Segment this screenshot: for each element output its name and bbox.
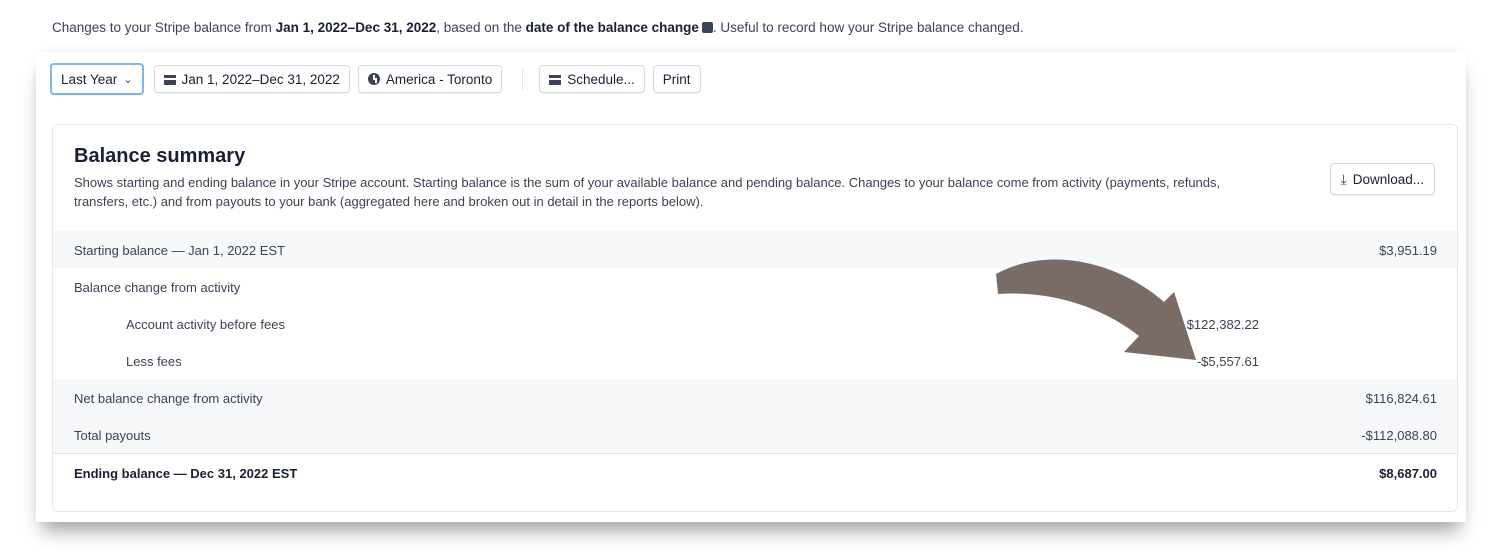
table-row-total-payouts: Total payouts -$112,088.80 xyxy=(53,416,1457,453)
chevron-down-icon: ⌄ xyxy=(123,73,133,86)
period-select-value: Last Year xyxy=(61,71,118,87)
table-row-less-fees: Less fees -$5,557.61 xyxy=(53,342,1457,379)
row-sub-amount: $122,382.22 xyxy=(1186,317,1259,332)
report-toolbar: Last Year ⌄ Jan 1, 2022–Dec 31, 2022 Ame… xyxy=(50,63,709,95)
date-range-label: Jan 1, 2022–Dec 31, 2022 xyxy=(181,71,340,87)
print-button[interactable]: Print xyxy=(652,65,701,93)
period-select[interactable]: Last Year ⌄ xyxy=(50,63,144,95)
calendar-icon xyxy=(549,74,562,85)
row-label: Account activity before fees xyxy=(126,317,285,332)
table-row-ending-balance: Ending balance — Dec 31, 2022 EST $8,687… xyxy=(53,453,1457,490)
row-amount: $116,824.61 xyxy=(1365,391,1437,406)
table-row-starting-balance: Starting balance — Jan 1, 2022 EST $3,95… xyxy=(53,231,1457,268)
row-sub-amount: -$5,557.61 xyxy=(1196,354,1259,369)
report-panel: Last Year ⌄ Jan 1, 2022–Dec 31, 2022 Ame… xyxy=(36,52,1466,522)
download-button[interactable]: ⤓ Download... xyxy=(1329,163,1435,195)
balance-summary-card: Balance summary Shows starting and endin… xyxy=(52,124,1458,512)
card-header: Balance summary Shows starting and endin… xyxy=(53,125,1457,231)
calendar-icon xyxy=(163,74,176,85)
schedule-label: Schedule... xyxy=(567,71,635,87)
schedule-button[interactable]: Schedule... xyxy=(539,65,645,93)
timezone-button[interactable]: America - Toronto xyxy=(357,65,503,93)
clock-icon xyxy=(367,73,380,85)
report-intro: Changes to your Stripe balance from Jan … xyxy=(52,20,1024,35)
date-range-button[interactable]: Jan 1, 2022–Dec 31, 2022 xyxy=(153,65,350,93)
download-label: Download... xyxy=(1352,171,1424,187)
table-row-activity-heading: Balance change from activity xyxy=(53,268,1457,305)
table-row-net-change: Net balance change from activity $116,82… xyxy=(53,379,1457,416)
row-amount: -$112,088.80 xyxy=(1361,428,1437,443)
card-title: Balance summary xyxy=(74,145,246,167)
print-label: Print xyxy=(662,71,691,87)
intro-prefix: Changes to your Stripe balance from xyxy=(52,20,276,35)
intro-date-range: Jan 1, 2022–Dec 31, 2022 xyxy=(275,20,437,35)
row-label: Less fees xyxy=(126,354,182,369)
row-label: Starting balance — Jan 1, 2022 EST xyxy=(74,243,286,258)
card-description: Shows starting and ending balance in you… xyxy=(74,175,1221,209)
summary-table: Starting balance — Jan 1, 2022 EST $3,95… xyxy=(53,231,1457,490)
download-icon: ⤓ xyxy=(1340,170,1347,187)
intro-suffix: . Useful to record how your Stripe balan… xyxy=(712,20,1024,35)
row-label: Ending balance — Dec 31, 2022 EST xyxy=(74,466,298,481)
intro-basis: date of the balance change xyxy=(525,20,699,35)
toolbar-divider xyxy=(522,68,524,90)
row-amount: $8,687.00 xyxy=(1379,466,1437,481)
info-icon[interactable] xyxy=(701,22,713,33)
intro-middle: , based on the xyxy=(436,20,526,35)
table-row-activity-before-fees: Account activity before fees $122,382.22 xyxy=(53,305,1457,342)
row-label: Net balance change from activity xyxy=(74,391,263,406)
timezone-label: America - Toronto xyxy=(385,71,493,87)
row-label: Balance change from activity xyxy=(74,280,241,295)
row-amount: $3,951.19 xyxy=(1379,243,1437,258)
row-label: Total payouts xyxy=(74,428,151,443)
